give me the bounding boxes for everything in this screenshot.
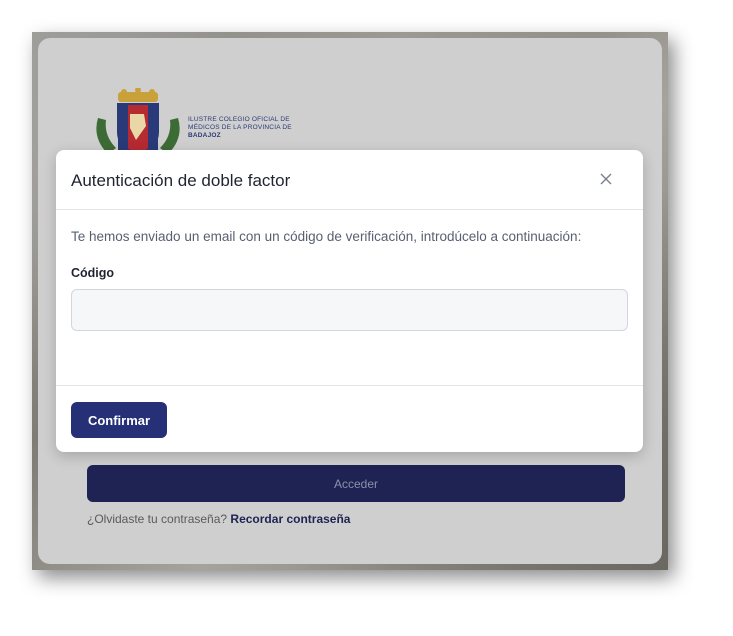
verification-message: Te hemos enviado un email con un código … [71, 229, 582, 244]
remember-password-link[interactable]: Recordar contraseña [230, 512, 350, 526]
screenshot-frame: ILUSTRE COLEGIO OFICIAL DE MÉDICOS DE LA… [32, 32, 668, 570]
code-label: Código [71, 266, 115, 280]
two-factor-modal: Autenticación de doble factor Te hemos e… [56, 150, 643, 452]
code-input[interactable] [71, 289, 628, 331]
close-button[interactable] [596, 169, 616, 189]
organization-name-line2: MÉDICOS DE LA PROVINCIA DE [188, 124, 292, 131]
organization-name-line1: ILUSTRE COLEGIO OFICIAL DE [188, 116, 290, 123]
forgot-password-prompt: ¿Olvidaste tu contraseña? [87, 512, 228, 526]
organization-name: ILUSTRE COLEGIO OFICIAL DE MÉDICOS DE LA… [188, 116, 328, 140]
close-icon [600, 173, 612, 185]
confirm-button[interactable]: Confirmar [71, 402, 167, 438]
modal-body: Te hemos enviado un email con un código … [56, 210, 643, 386]
forgot-password-line: ¿Olvidaste tu contraseña? Recordar contr… [87, 512, 350, 526]
organization-name-line3: BADAJOZ [188, 132, 221, 139]
modal-title: Autenticación de doble factor [71, 171, 291, 190]
login-submit-button[interactable]: Acceder [87, 465, 625, 502]
modal-header: Autenticación de doble factor [56, 150, 643, 210]
